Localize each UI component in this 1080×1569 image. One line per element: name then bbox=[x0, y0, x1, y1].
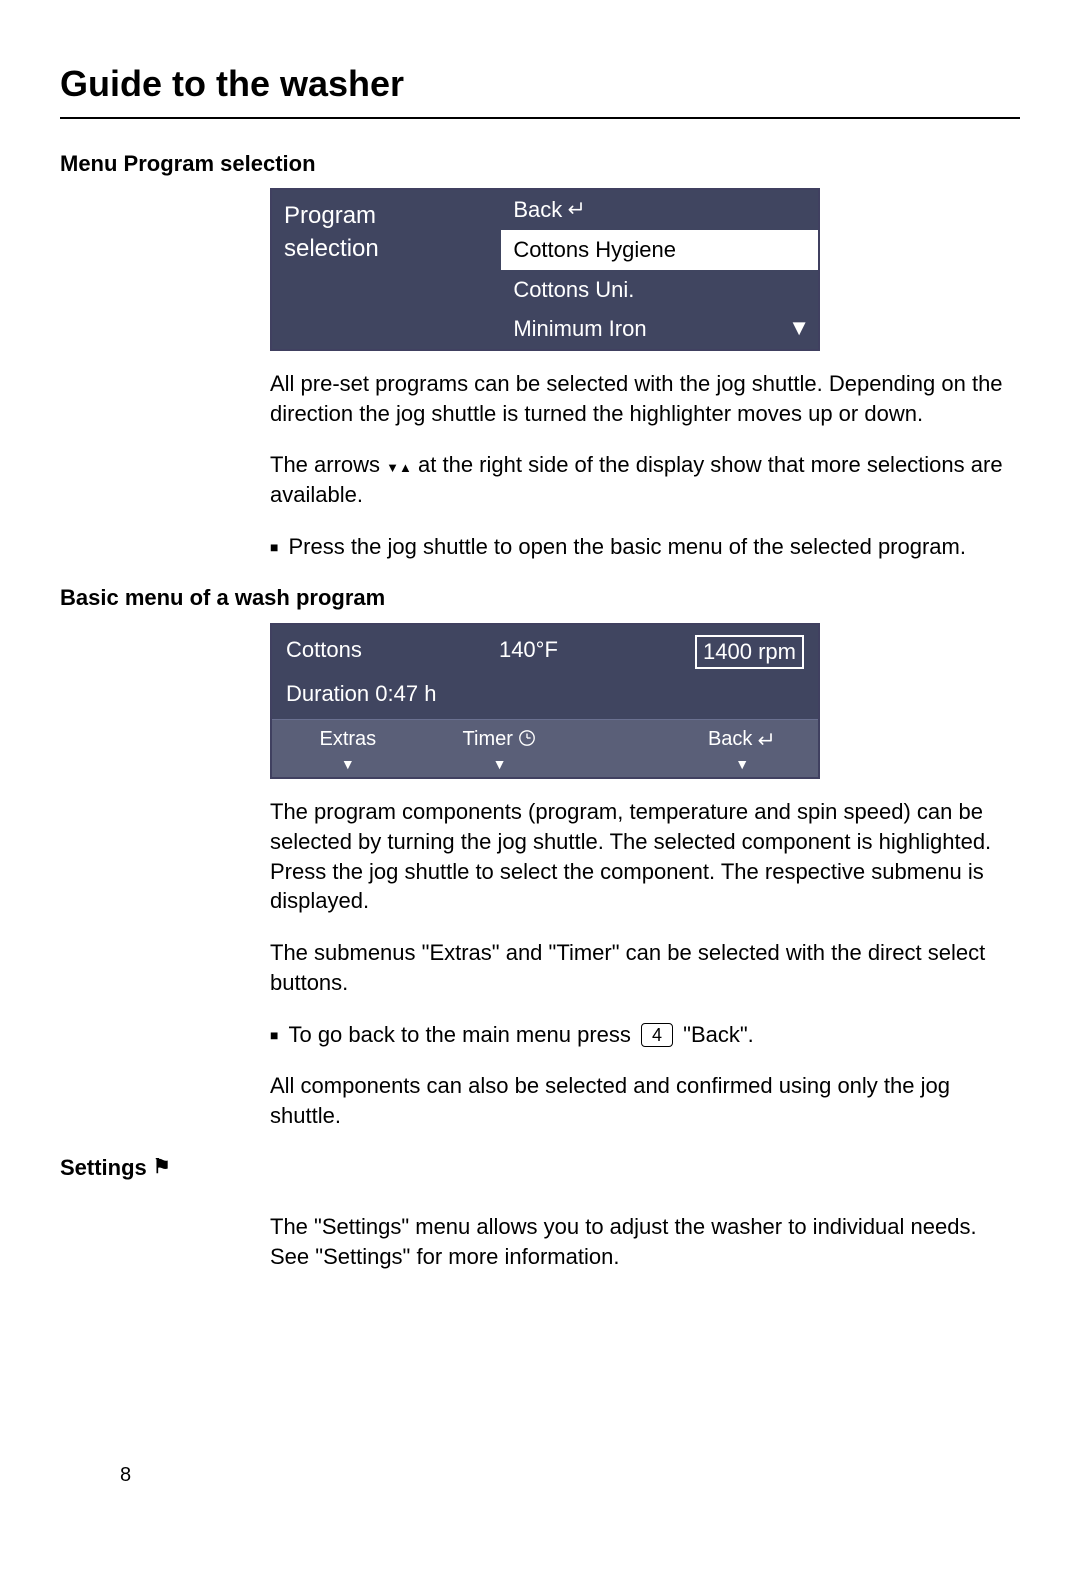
basic-menu-heading: Basic menu of a wash program bbox=[60, 583, 1020, 613]
bm-spacer bbox=[575, 720, 666, 778]
body-paragraph: All components can also be selected and … bbox=[270, 1071, 1020, 1130]
label: Back bbox=[708, 726, 752, 753]
label: Settings bbox=[60, 1153, 147, 1183]
bm-program: Cottons bbox=[286, 635, 362, 669]
body-paragraph: The "Settings" menu allows you to adjust… bbox=[270, 1212, 1020, 1271]
bm-duration: Duration 0:47 h bbox=[272, 675, 818, 719]
ps-back-label: Back bbox=[513, 195, 562, 225]
ps-item: Cottons Uni. bbox=[501, 270, 818, 310]
square-bullet-icon: ■ bbox=[270, 538, 278, 557]
bullet-item: ■ To go back to the main menu press 4 "B… bbox=[270, 1020, 1020, 1050]
up-triangle-icon: ▲ bbox=[399, 460, 412, 475]
ps-item: Minimum Iron bbox=[501, 309, 818, 349]
body-paragraph: All pre-set programs can be selected wit… bbox=[270, 369, 1020, 428]
text: "Back". bbox=[677, 1022, 754, 1047]
menu-program-selection-heading: Menu Program selection bbox=[60, 149, 1020, 179]
button-key-4: 4 bbox=[641, 1023, 673, 1047]
down-triangle-icon: ▼ bbox=[386, 460, 399, 475]
down-triangle-icon: ▼ bbox=[666, 755, 818, 774]
bm-extras-button: Extras ▼ bbox=[272, 720, 424, 778]
body-paragraph: The program components (program, tempera… bbox=[270, 797, 1020, 916]
ps-title-line2: selection bbox=[284, 233, 489, 265]
page-title: Guide to the washer bbox=[60, 60, 1020, 119]
scroll-down-icon: ▼ bbox=[788, 313, 810, 343]
bm-spin-speed: 1400 rpm bbox=[695, 635, 804, 669]
square-bullet-icon: ■ bbox=[270, 1026, 278, 1045]
label: Extras bbox=[319, 728, 376, 750]
bullet-item: ■ Press the jog shuttle to open the basi… bbox=[270, 532, 1020, 562]
program-selection-display: Program selection Back Cottons Hygiene C… bbox=[270, 188, 820, 351]
body-paragraph: The submenus "Extras" and "Timer" can be… bbox=[270, 938, 1020, 997]
bm-temperature: 140°F bbox=[499, 635, 558, 669]
return-arrow-icon bbox=[566, 195, 586, 225]
bullet-text: Press the jog shuttle to open the basic … bbox=[288, 532, 966, 562]
label: Timer bbox=[463, 728, 513, 750]
text: The arrows bbox=[270, 452, 386, 477]
bm-back-button: Back ▼ bbox=[666, 720, 818, 778]
down-triangle-icon: ▼ bbox=[272, 755, 424, 774]
ps-item-selected: Cottons Hygiene bbox=[501, 230, 818, 270]
bullet-text: To go back to the main menu press 4 "Bac… bbox=[288, 1020, 753, 1050]
ps-title-line1: Program bbox=[284, 200, 489, 232]
return-arrow-icon bbox=[756, 730, 776, 748]
text: To go back to the main menu press bbox=[288, 1022, 637, 1047]
body-paragraph-arrows: The arrows ▼▲ at the right side of the d… bbox=[270, 450, 1020, 509]
flag-icon: ⚑ bbox=[153, 1154, 171, 1181]
page-number: 8 bbox=[120, 1462, 131, 1489]
ps-back-row: Back bbox=[501, 190, 818, 230]
clock-icon bbox=[518, 729, 536, 747]
bm-timer-button: Timer ▼ bbox=[424, 720, 576, 778]
down-triangle-icon: ▼ bbox=[424, 755, 576, 774]
basic-menu-display: Cottons 140°F 1400 rpm Duration 0:47 h E… bbox=[270, 623, 820, 779]
settings-heading: Settings ⚑ bbox=[60, 1153, 1020, 1183]
